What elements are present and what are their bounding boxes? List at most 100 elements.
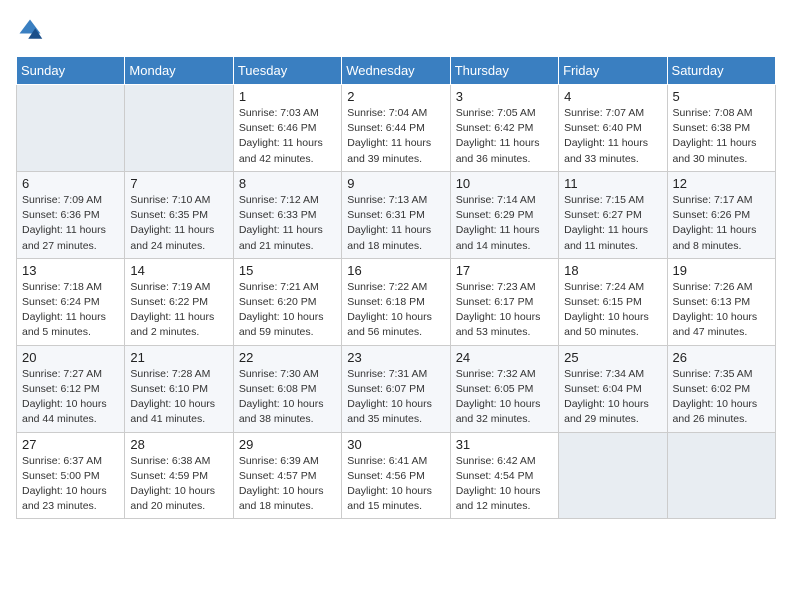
day-info: Sunrise: 7:07 AMSunset: 6:40 PMDaylight:…	[564, 106, 661, 167]
day-info: Sunrise: 7:21 AMSunset: 6:20 PMDaylight:…	[239, 280, 336, 341]
day-info: Sunrise: 7:32 AMSunset: 6:05 PMDaylight:…	[456, 367, 553, 428]
calendar-cell: 25 Sunrise: 7:34 AMSunset: 6:04 PMDayligh…	[559, 345, 667, 432]
day-number: 30	[347, 437, 444, 452]
weekday-header: Thursday	[450, 57, 558, 85]
day-number: 4	[564, 89, 661, 104]
calendar-cell: 15 Sunrise: 7:21 AMSunset: 6:20 PMDayligh…	[233, 258, 341, 345]
calendar-cell: 28 Sunrise: 6:38 AMSunset: 4:59 PMDayligh…	[125, 432, 233, 519]
day-number: 12	[673, 176, 770, 191]
day-number: 1	[239, 89, 336, 104]
calendar-week-row: 1 Sunrise: 7:03 AMSunset: 6:46 PMDaylight…	[17, 85, 776, 172]
page-header	[16, 16, 776, 44]
day-info: Sunrise: 7:08 AMSunset: 6:38 PMDaylight:…	[673, 106, 770, 167]
weekday-header: Wednesday	[342, 57, 450, 85]
day-info: Sunrise: 7:14 AMSunset: 6:29 PMDaylight:…	[456, 193, 553, 254]
weekday-header: Saturday	[667, 57, 775, 85]
calendar-cell	[125, 85, 233, 172]
calendar-cell: 4 Sunrise: 7:07 AMSunset: 6:40 PMDaylight…	[559, 85, 667, 172]
calendar-cell: 19 Sunrise: 7:26 AMSunset: 6:13 PMDayligh…	[667, 258, 775, 345]
calendar-header-row: SundayMondayTuesdayWednesdayThursdayFrid…	[17, 57, 776, 85]
calendar-cell: 8 Sunrise: 7:12 AMSunset: 6:33 PMDaylight…	[233, 171, 341, 258]
calendar-cell: 29 Sunrise: 6:39 AMSunset: 4:57 PMDayligh…	[233, 432, 341, 519]
day-info: Sunrise: 7:10 AMSunset: 6:35 PMDaylight:…	[130, 193, 227, 254]
day-number: 15	[239, 263, 336, 278]
day-info: Sunrise: 7:24 AMSunset: 6:15 PMDaylight:…	[564, 280, 661, 341]
day-number: 29	[239, 437, 336, 452]
day-info: Sunrise: 7:22 AMSunset: 6:18 PMDaylight:…	[347, 280, 444, 341]
day-info: Sunrise: 7:28 AMSunset: 6:10 PMDaylight:…	[130, 367, 227, 428]
calendar-cell: 17Sunrise: 7:23 AMSunset: 6:17 PMDayligh…	[450, 258, 558, 345]
day-info: Sunrise: 7:18 AMSunset: 6:24 PMDaylight:…	[22, 280, 119, 341]
day-number: 5	[673, 89, 770, 104]
day-number: 24	[456, 350, 553, 365]
calendar-cell: 12 Sunrise: 7:17 AMSunset: 6:26 PMDayligh…	[667, 171, 775, 258]
calendar-cell: 21 Sunrise: 7:28 AMSunset: 6:10 PMDayligh…	[125, 345, 233, 432]
day-number: 16	[347, 263, 444, 278]
day-number: 10	[456, 176, 553, 191]
calendar-cell: 9Sunrise: 7:13 AMSunset: 6:31 PMDaylight…	[342, 171, 450, 258]
calendar-cell: 14Sunrise: 7:19 AMSunset: 6:22 PMDayligh…	[125, 258, 233, 345]
calendar-cell: 20Sunrise: 7:27 AMSunset: 6:12 PMDayligh…	[17, 345, 125, 432]
weekday-header: Sunday	[17, 57, 125, 85]
day-number: 28	[130, 437, 227, 452]
calendar-week-row: 27 Sunrise: 6:37 AMSunset: 5:00 PMDayligh…	[17, 432, 776, 519]
day-info: Sunrise: 7:30 AMSunset: 6:08 PMDaylight:…	[239, 367, 336, 428]
day-number: 23	[347, 350, 444, 365]
day-info: Sunrise: 6:41 AMSunset: 4:56 PMDaylight:…	[347, 454, 444, 515]
day-info: Sunrise: 7:12 AMSunset: 6:33 PMDaylight:…	[239, 193, 336, 254]
calendar-cell: 5 Sunrise: 7:08 AMSunset: 6:38 PMDaylight…	[667, 85, 775, 172]
calendar-cell: 11Sunrise: 7:15 AMSunset: 6:27 PMDayligh…	[559, 171, 667, 258]
day-info: Sunrise: 7:09 AMSunset: 6:36 PMDaylight:…	[22, 193, 119, 254]
day-info: Sunrise: 7:27 AMSunset: 6:12 PMDaylight:…	[22, 367, 119, 428]
day-info: Sunrise: 6:39 AMSunset: 4:57 PMDaylight:…	[239, 454, 336, 515]
day-number: 8	[239, 176, 336, 191]
day-number: 22	[239, 350, 336, 365]
calendar-cell: 13Sunrise: 7:18 AMSunset: 6:24 PMDayligh…	[17, 258, 125, 345]
day-number: 25	[564, 350, 661, 365]
day-info: Sunrise: 7:34 AMSunset: 6:04 PMDaylight:…	[564, 367, 661, 428]
calendar-cell	[559, 432, 667, 519]
calendar-cell: 23 Sunrise: 7:31 AMSunset: 6:07 PMDayligh…	[342, 345, 450, 432]
calendar-cell: 6Sunrise: 7:09 AMSunset: 6:36 PMDaylight…	[17, 171, 125, 258]
day-info: Sunrise: 6:42 AMSunset: 4:54 PMDaylight:…	[456, 454, 553, 515]
day-info: Sunrise: 6:38 AMSunset: 4:59 PMDaylight:…	[130, 454, 227, 515]
day-number: 31	[456, 437, 553, 452]
day-number: 27	[22, 437, 119, 452]
calendar-cell: 24 Sunrise: 7:32 AMSunset: 6:05 PMDayligh…	[450, 345, 558, 432]
calendar-week-row: 20Sunrise: 7:27 AMSunset: 6:12 PMDayligh…	[17, 345, 776, 432]
day-number: 14	[130, 263, 227, 278]
calendar-cell: 26Sunrise: 7:35 AMSunset: 6:02 PMDayligh…	[667, 345, 775, 432]
calendar-cell: 18 Sunrise: 7:24 AMSunset: 6:15 PMDayligh…	[559, 258, 667, 345]
calendar-cell: 22 Sunrise: 7:30 AMSunset: 6:08 PMDayligh…	[233, 345, 341, 432]
calendar-cell: 7 Sunrise: 7:10 AMSunset: 6:35 PMDaylight…	[125, 171, 233, 258]
day-info: Sunrise: 7:35 AMSunset: 6:02 PMDaylight:…	[673, 367, 770, 428]
calendar-table: SundayMondayTuesdayWednesdayThursdayFrid…	[16, 56, 776, 519]
day-number: 11	[564, 176, 661, 191]
day-number: 7	[130, 176, 227, 191]
calendar-cell	[667, 432, 775, 519]
calendar-cell: 10 Sunrise: 7:14 AMSunset: 6:29 PMDayligh…	[450, 171, 558, 258]
day-info: Sunrise: 7:31 AMSunset: 6:07 PMDaylight:…	[347, 367, 444, 428]
day-info: Sunrise: 7:26 AMSunset: 6:13 PMDaylight:…	[673, 280, 770, 341]
calendar-cell: 16 Sunrise: 7:22 AMSunset: 6:18 PMDayligh…	[342, 258, 450, 345]
day-number: 18	[564, 263, 661, 278]
day-info: Sunrise: 7:03 AMSunset: 6:46 PMDaylight:…	[239, 106, 336, 167]
day-info: Sunrise: 7:05 AMSunset: 6:42 PMDaylight:…	[456, 106, 553, 167]
calendar-cell: 31 Sunrise: 6:42 AMSunset: 4:54 PMDayligh…	[450, 432, 558, 519]
calendar-cell: 3 Sunrise: 7:05 AMSunset: 6:42 PMDaylight…	[450, 85, 558, 172]
day-number: 19	[673, 263, 770, 278]
weekday-header: Friday	[559, 57, 667, 85]
day-number: 17	[456, 263, 553, 278]
day-number: 2	[347, 89, 444, 104]
logo	[16, 16, 48, 44]
weekday-header: Monday	[125, 57, 233, 85]
calendar-cell	[17, 85, 125, 172]
calendar-cell: 1 Sunrise: 7:03 AMSunset: 6:46 PMDaylight…	[233, 85, 341, 172]
calendar-cell: 27 Sunrise: 6:37 AMSunset: 5:00 PMDayligh…	[17, 432, 125, 519]
day-info: Sunrise: 7:17 AMSunset: 6:26 PMDaylight:…	[673, 193, 770, 254]
day-number: 21	[130, 350, 227, 365]
day-info: Sunrise: 6:37 AMSunset: 5:00 PMDaylight:…	[22, 454, 119, 515]
calendar-week-row: 13Sunrise: 7:18 AMSunset: 6:24 PMDayligh…	[17, 258, 776, 345]
day-number: 9	[347, 176, 444, 191]
day-number: 3	[456, 89, 553, 104]
